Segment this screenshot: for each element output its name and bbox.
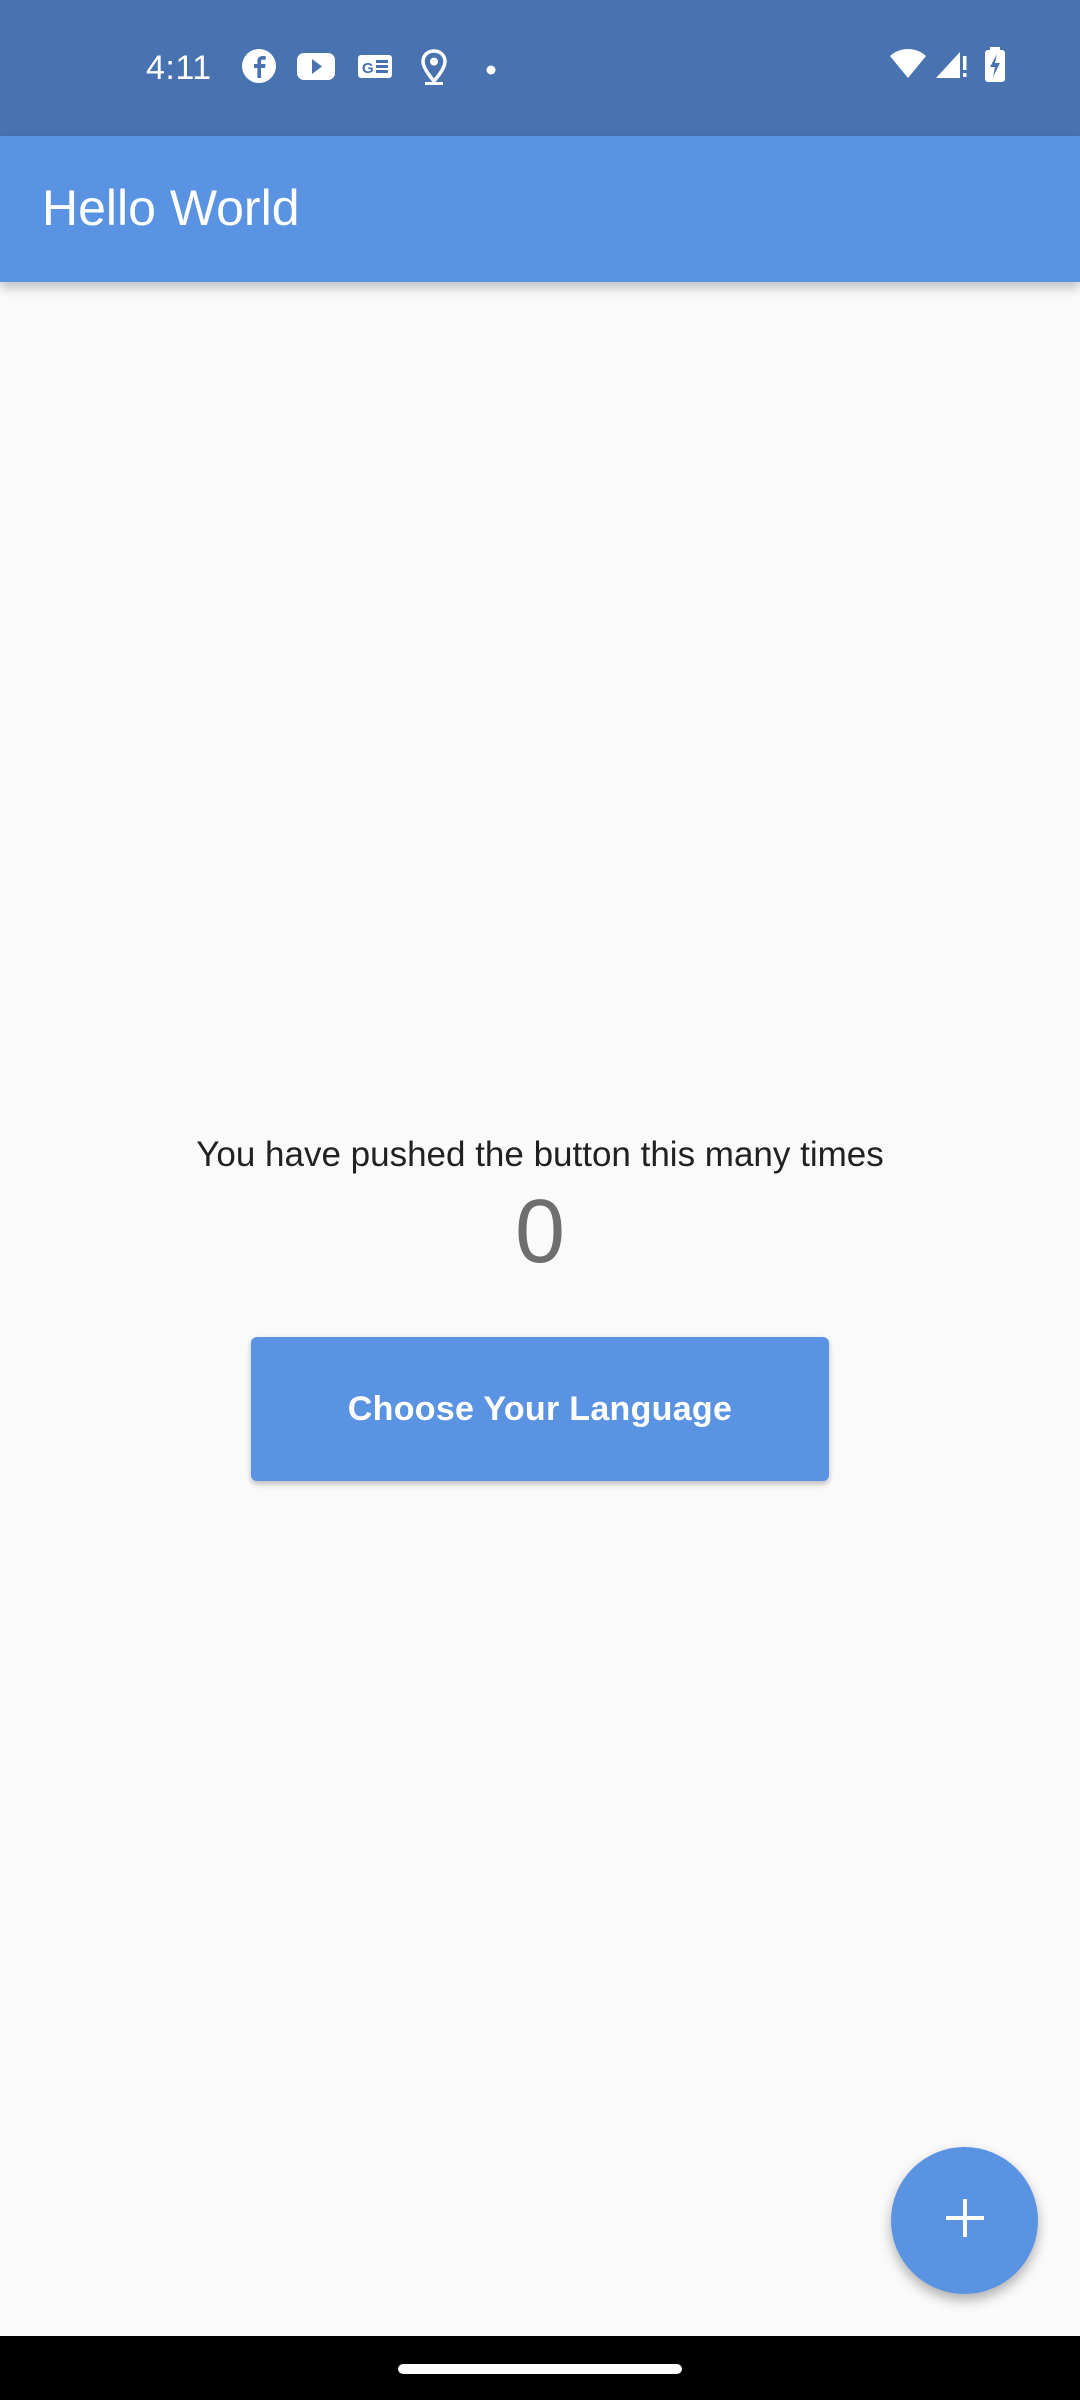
add-icon (943, 2196, 987, 2245)
status-time: 4:11 (146, 49, 212, 87)
home-indicator[interactable] (398, 2364, 682, 2374)
app-bar: Hello World (0, 136, 1080, 282)
counter-label: You have pushed the button this many tim… (196, 1135, 884, 1174)
location-icon (418, 48, 450, 91)
navigation-bar (0, 2336, 1080, 2400)
wifi-icon (888, 46, 928, 87)
signal-icon (934, 46, 970, 87)
app-title: Hello World (42, 180, 300, 236)
choose-language-button[interactable]: Choose Your Language (251, 1337, 829, 1481)
youtube-icon (296, 48, 336, 89)
status-bar: 4:11 G (0, 0, 1080, 136)
dot-icon (486, 62, 496, 80)
svg-text:G: G (362, 60, 374, 77)
counter-value: 0 (514, 1182, 566, 1282)
facebook-icon (241, 48, 277, 89)
choose-language-label: Choose Your Language (347, 1389, 733, 1428)
news-icon: G (356, 48, 394, 89)
increment-fab[interactable] (891, 2147, 1038, 2294)
battery-charging-icon (982, 46, 1008, 89)
